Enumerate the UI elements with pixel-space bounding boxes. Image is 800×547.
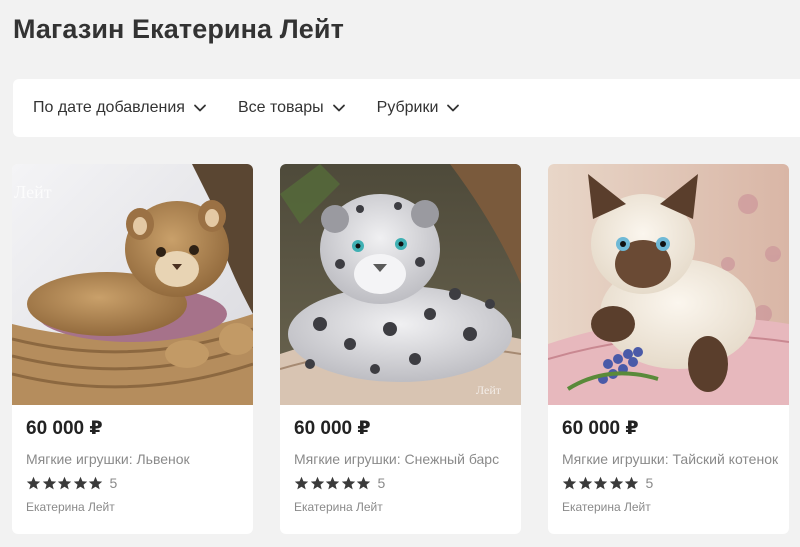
sort-by-date-label: По дате добавления	[33, 99, 185, 116]
product-image-siamese-kitten[interactable]	[548, 164, 789, 405]
star-icon	[57, 476, 72, 489]
product-rating: 5	[26, 475, 117, 491]
watermark-text: Лейт	[476, 383, 502, 397]
product-image-lion-cub[interactable]: Лейт	[12, 164, 253, 405]
rating-stars	[26, 476, 104, 491]
star-icon	[341, 476, 355, 489]
shop-title: Магазин Екатерина Лейт	[13, 14, 344, 44]
product-name[interactable]: Мягкие игрушки: Снежный барс	[294, 451, 512, 467]
star-icon	[593, 476, 608, 489]
product-card[interactable]: Лейт 60 000 ₽ Мягкие игрушки: Львенок 5 …	[12, 164, 253, 534]
sort-by-date-dropdown[interactable]: По дате добавления	[33, 99, 207, 117]
star-icon	[562, 476, 577, 489]
star-icon	[578, 476, 592, 489]
seller-name[interactable]: Екатерина Лейт	[294, 500, 383, 514]
product-rating: 5	[562, 475, 653, 491]
product-name[interactable]: Мягкие игрушки: Львенок	[26, 451, 244, 467]
star-icon	[325, 476, 340, 489]
rating-stars	[294, 476, 372, 491]
all-products-dropdown[interactable]: Все товары	[238, 99, 346, 117]
star-icon	[609, 476, 623, 489]
seller-name[interactable]: Екатерина Лейт	[26, 500, 115, 514]
product-rating: 5	[294, 475, 385, 491]
product-image-snow-leopard[interactable]: Лейт	[280, 164, 521, 405]
filter-bar: По дате добавления Все товары Рубрики	[13, 79, 800, 137]
product-price: 60 000 ₽	[562, 418, 639, 439]
product-name[interactable]: Мягкие игрушки: Тайский котенок	[562, 451, 780, 467]
seller-name[interactable]: Екатерина Лейт	[562, 500, 651, 514]
star-icon	[88, 476, 103, 489]
watermark-text: Лейт	[14, 182, 52, 202]
categories-label: Рубрики	[376, 99, 439, 116]
chevron-down-icon	[193, 101, 207, 115]
chevron-down-icon	[446, 101, 460, 115]
rating-count: 5	[109, 475, 118, 491]
rating-count: 5	[645, 475, 654, 491]
star-icon	[26, 476, 41, 489]
star-icon	[624, 476, 639, 489]
product-price: 60 000 ₽	[294, 418, 371, 439]
star-icon	[73, 476, 87, 489]
star-icon	[294, 476, 309, 489]
categories-dropdown[interactable]: Рубрики	[377, 99, 461, 117]
product-price: 60 000 ₽	[26, 418, 103, 439]
star-icon	[42, 476, 56, 489]
all-products-label: Все товары	[237, 99, 324, 116]
product-card[interactable]: Лейт 60 000 ₽ Мягкие игрушки: Снежный ба…	[280, 164, 521, 534]
star-icon	[310, 476, 324, 489]
rating-count: 5	[377, 475, 386, 491]
product-card[interactable]: 60 000 ₽ Мягкие игрушки: Тайский котенок…	[548, 164, 789, 534]
chevron-down-icon	[332, 101, 346, 115]
rating-stars	[562, 476, 640, 491]
star-icon	[356, 476, 371, 489]
